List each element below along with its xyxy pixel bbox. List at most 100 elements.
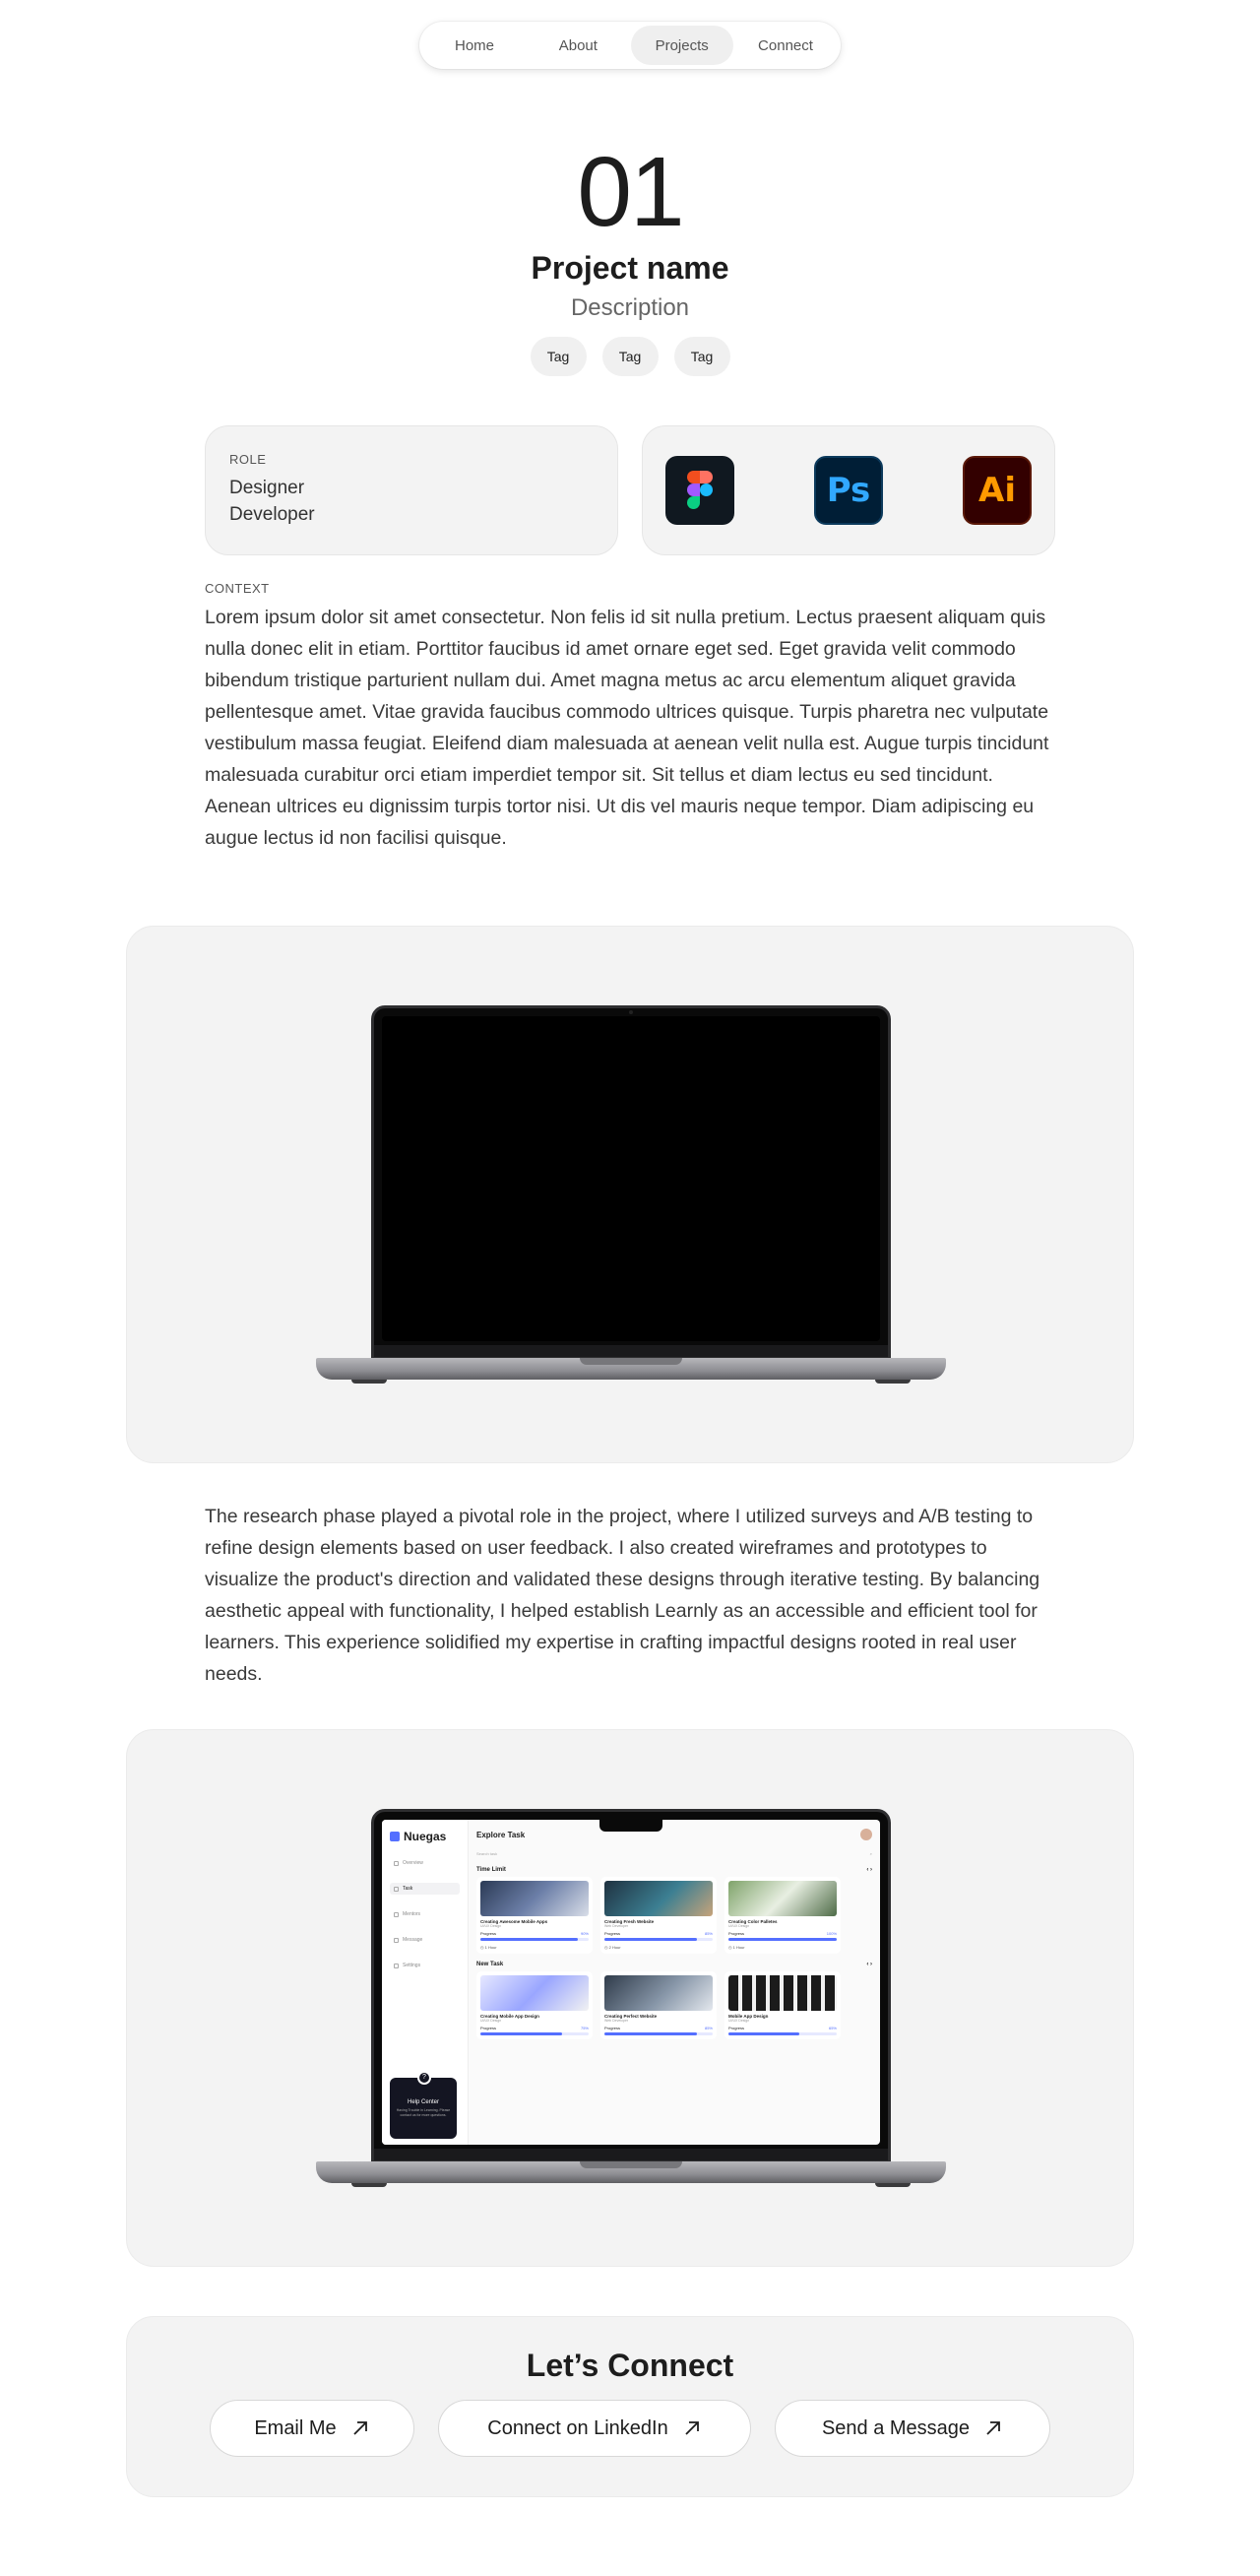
- send-message-button[interactable]: Send a Message: [775, 2400, 1050, 2457]
- figma-logo-icon: [687, 471, 713, 509]
- app-main: Explore Task Search task ⌕ Time Limit ‹ ›…: [469, 1820, 880, 2145]
- section-time-limit: Time Limit ‹ ›: [476, 1867, 872, 1873]
- connect-section: Let’s Connect Email Me Connect on Linked…: [126, 2316, 1134, 2497]
- progress-label: Progress: [728, 2026, 745, 2030]
- progress-value: 90%: [580, 1931, 589, 1936]
- task-progress-row: Progress 90%: [480, 1931, 589, 1936]
- progress-bar: [728, 1938, 837, 1941]
- task-card: Mobile App Design UI/UX Design Progress 6…: [724, 1971, 841, 2039]
- sidebar-item-label: Settings: [403, 1963, 421, 1968]
- app-page-title: Explore Task: [476, 1830, 526, 1839]
- sidebar-item-label: Task: [403, 1886, 413, 1892]
- context-section: CONTEXT Lorem ipsum dolor sit amet conse…: [205, 581, 1055, 854]
- laptop-chin: [374, 2149, 888, 2160]
- search-icon: ⌕: [869, 1850, 872, 1856]
- task-time-text: 1 Hour: [484, 1945, 497, 1950]
- sidebar-item-mentors: Mentors: [390, 1908, 460, 1920]
- sidebar-item-label: Message: [403, 1937, 423, 1943]
- progress-fill: [480, 2032, 562, 2035]
- task-card: Creating Perfect Website Web Developer P…: [600, 1971, 717, 2039]
- arrow-up-right-icon: [353, 2421, 367, 2435]
- connect-title: Let’s Connect: [526, 2348, 734, 2383]
- nav-item-home[interactable]: Home: [423, 26, 526, 65]
- task-thumbnail: [604, 1881, 713, 1916]
- question-icon: ?: [417, 2071, 431, 2085]
- progress-fill: [728, 1938, 837, 1941]
- task-time-left: ◷ 1 Hour: [728, 1945, 837, 1950]
- top-nav: Home About Projects Connect: [419, 22, 841, 69]
- task-progress-row: Progress 75%: [480, 2026, 589, 2030]
- task-thumbnail: [480, 1975, 589, 2011]
- task-card: Creating Color Palletes UI/UX Design Pro…: [724, 1877, 841, 1954]
- laptop-opening-notch: [580, 2161, 682, 2168]
- project-title: Project name: [531, 250, 729, 286]
- laptop-showcase-blank: [126, 926, 1134, 1463]
- progress-bar: [480, 2032, 589, 2035]
- laptop-mockup: Nuegas Overview Task Mentors Message Set…: [316, 1809, 946, 2203]
- progress-label: Progress: [728, 1931, 745, 1936]
- project-number: 01: [577, 137, 684, 247]
- task-thumbnail: [728, 1975, 837, 2011]
- project-description: Description: [570, 294, 690, 321]
- arrow-up-right-icon: [986, 2421, 1000, 2435]
- tag: Tag: [530, 337, 587, 376]
- app-logo: Nuegas: [390, 1830, 460, 1843]
- tools-card: Ps Ai: [642, 425, 1055, 555]
- app-preview: Nuegas Overview Task Mentors Message Set…: [382, 1820, 880, 2145]
- laptop-lid: Nuegas Overview Task Mentors Message Set…: [371, 1809, 891, 2163]
- laptop-mockup: [316, 1005, 946, 1399]
- role-designer: Designer: [229, 478, 305, 498]
- laptop-foot: [351, 1380, 387, 1384]
- sidebar-item-label: Overview: [403, 1860, 423, 1866]
- help-center-card: ? Help Center Having Trouble in Learning…: [390, 2071, 457, 2139]
- progress-fill: [604, 2032, 697, 2035]
- sidebar-item-message: Message: [390, 1934, 460, 1946]
- laptop-screen-app: Nuegas Overview Task Mentors Message Set…: [382, 1820, 880, 2145]
- grid-icon: [394, 1860, 399, 1866]
- task-thumbnail: [480, 1881, 589, 1916]
- task-category: Web Developer: [604, 1924, 629, 1928]
- nav-item-projects[interactable]: Projects: [630, 26, 733, 65]
- task-time-text: 1 Hour: [732, 1945, 745, 1950]
- task-category: Web Developer: [604, 2019, 629, 2023]
- laptop-screen-blank: [382, 1016, 880, 1341]
- progress-value: 100%: [826, 1931, 837, 1936]
- book-icon: [390, 1832, 400, 1841]
- app-search-placeholder: Search task: [476, 1850, 498, 1856]
- task-category: UI/UX Design: [480, 2019, 502, 2023]
- carousel-arrows-icon: ‹ ›: [866, 1962, 872, 1967]
- progress-value: 75%: [580, 2026, 589, 2030]
- help-title: Help Center: [407, 2099, 439, 2105]
- progress-fill: [604, 1938, 697, 1941]
- email-me-button[interactable]: Email Me: [210, 2400, 414, 2457]
- time-task-row: Creating Awesome Mobile Apps UI/UX Desig…: [476, 1877, 872, 1954]
- progress-bar: [480, 1938, 589, 1941]
- task-card: Creating Mobile App Design UI/UX Design …: [476, 1971, 593, 2039]
- task-progress-row: Progress 85%: [604, 2026, 713, 2030]
- nav-item-about[interactable]: About: [527, 26, 629, 65]
- user-icon: [394, 1911, 399, 1917]
- project-hero: 01 Project name Description Tag Tag Tag: [0, 138, 1260, 376]
- laptop-opening-notch: [580, 1358, 682, 1365]
- book-icon: [394, 1886, 399, 1892]
- sidebar-item-settings: Settings: [390, 1960, 460, 1971]
- progress-fill: [728, 2032, 799, 2035]
- tag-list: Tag Tag Tag: [0, 337, 1260, 376]
- button-label: Connect on LinkedIn: [487, 2416, 668, 2439]
- screen-notch: [599, 1820, 662, 1832]
- app-sidebar: Nuegas Overview Task Mentors Message Set…: [382, 1820, 469, 2145]
- task-thumbnail: [728, 1881, 837, 1916]
- section-title: Time Limit: [476, 1867, 506, 1873]
- task-progress-row: Progress 100%: [728, 1931, 837, 1936]
- gear-icon: [394, 1963, 399, 1968]
- progress-bar: [604, 2032, 713, 2035]
- context-body: Lorem ipsum dolor sit amet consectetur. …: [205, 607, 1049, 849]
- progress-value: 85%: [704, 2026, 713, 2030]
- linkedin-button[interactable]: Connect on LinkedIn: [438, 2400, 751, 2457]
- role-developer: Developer: [229, 504, 315, 525]
- sidebar-item-overview: Overview: [390, 1857, 460, 1869]
- task-category: UI/UX Design: [728, 2019, 750, 2023]
- progress-label: Progress: [480, 2026, 497, 2030]
- task-thumbnail: [604, 1975, 713, 2011]
- nav-item-connect[interactable]: Connect: [734, 26, 837, 65]
